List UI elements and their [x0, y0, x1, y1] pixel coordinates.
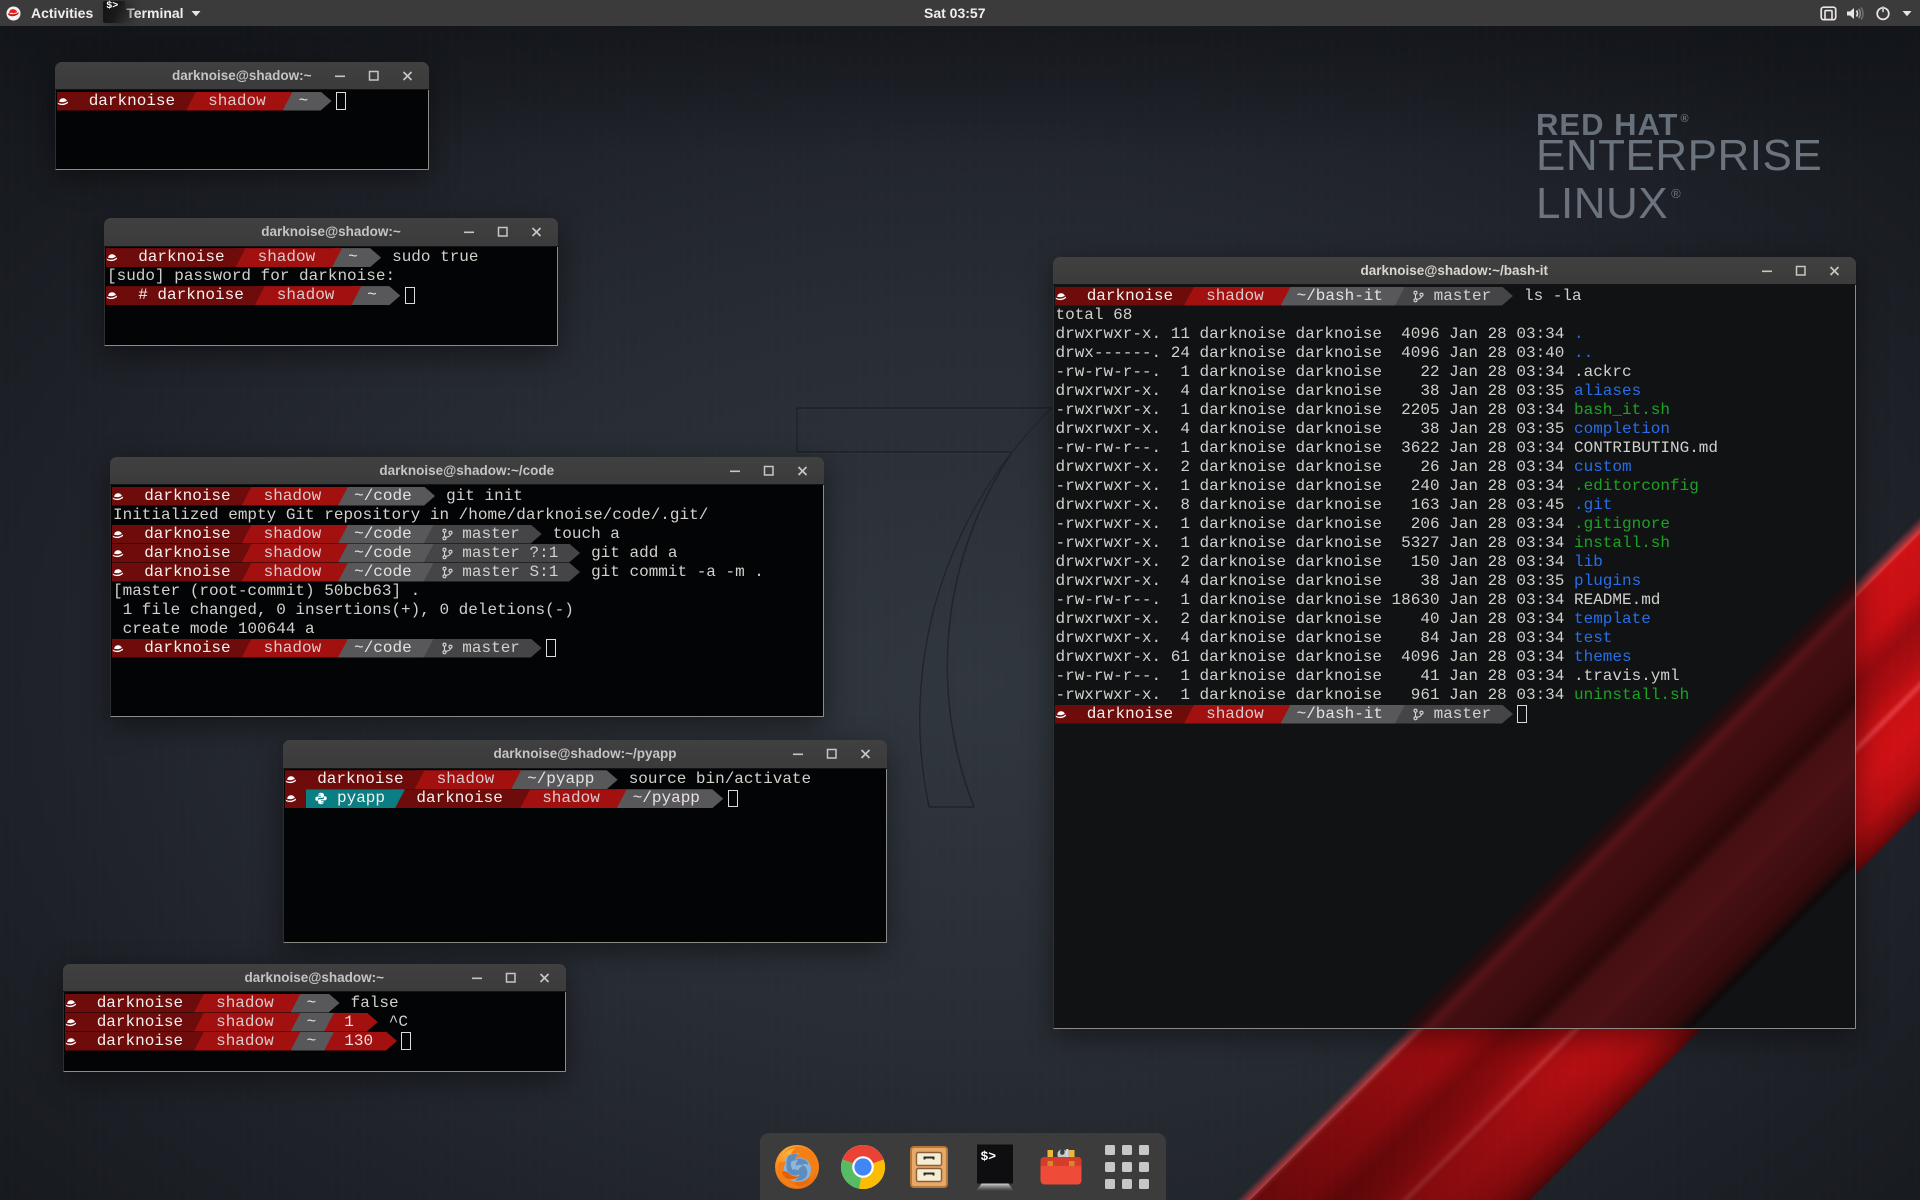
svg-text:$>: $> [981, 1149, 997, 1164]
